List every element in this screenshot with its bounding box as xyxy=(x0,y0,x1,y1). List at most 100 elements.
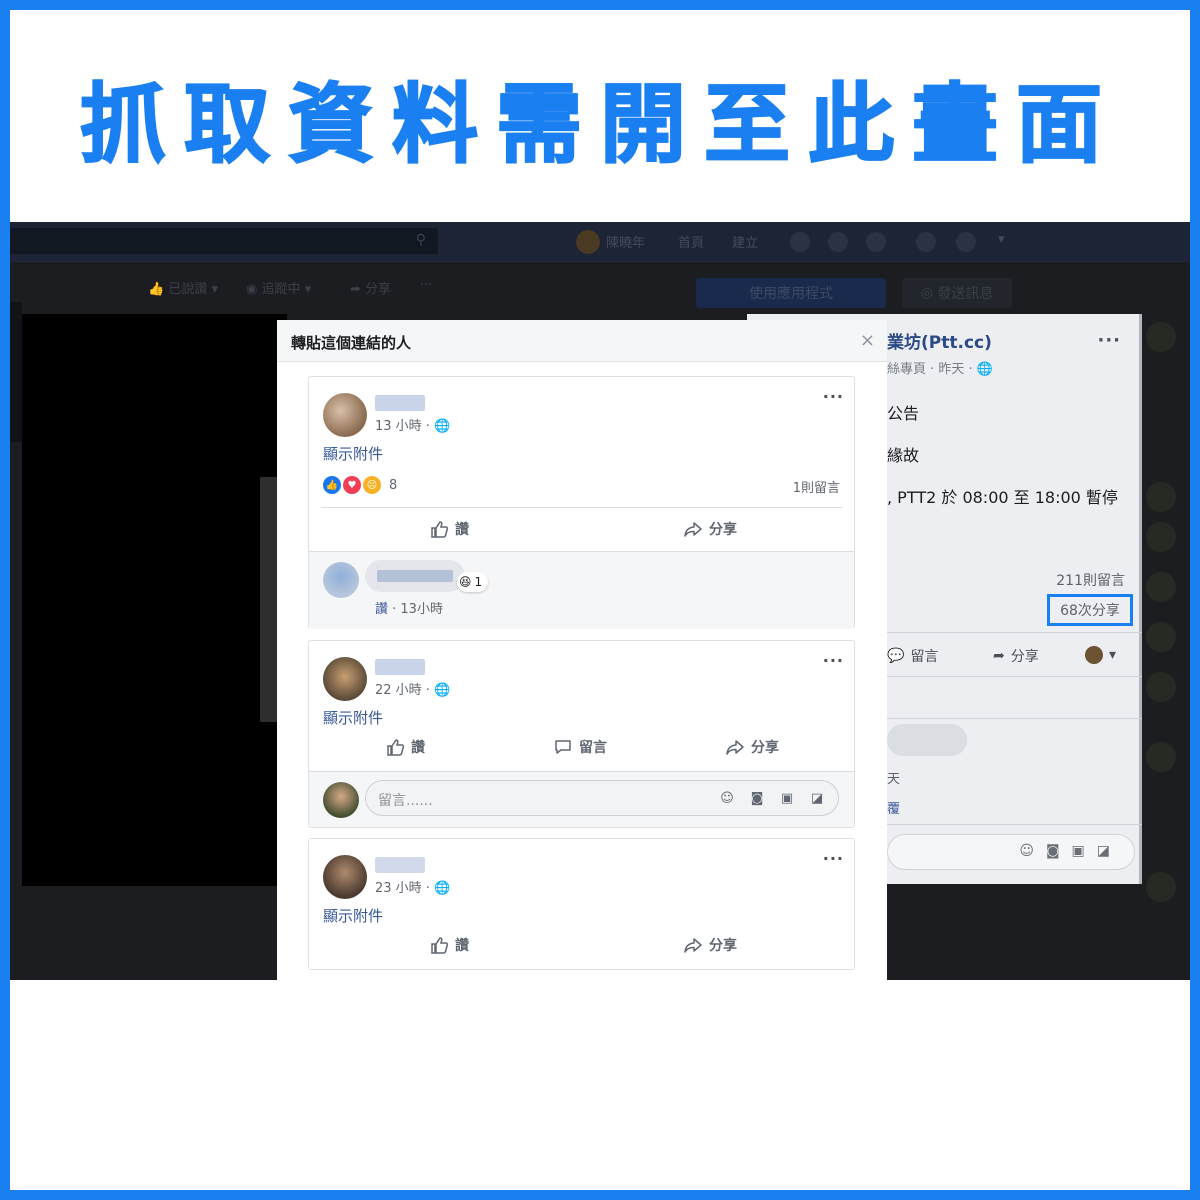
post-time: 13 小時 · 🌐 xyxy=(375,415,450,434)
gif-icon[interactable]: ▣ xyxy=(776,788,798,808)
divider xyxy=(321,507,842,508)
avatar[interactable] xyxy=(1146,872,1176,902)
share-label: 分享 xyxy=(709,938,737,954)
comment-count[interactable]: 1則留言 xyxy=(793,477,840,496)
nav-user-name[interactable]: 陳曉年 xyxy=(606,232,645,251)
reply-link[interactable]: 覆 xyxy=(887,798,900,817)
post-text-line: 公告 xyxy=(887,404,920,423)
post-actions: 讚 分享 xyxy=(321,511,842,547)
liked-button[interactable]: 👍 已說讚 ▾ xyxy=(148,278,218,306)
avatar xyxy=(323,782,359,818)
avatar[interactable] xyxy=(1146,742,1176,772)
post-actions: 讚 留言 分享 xyxy=(321,729,842,765)
nav-home[interactable]: 首頁 xyxy=(678,232,704,251)
more-options-icon[interactable]: ··· xyxy=(823,849,844,868)
divider xyxy=(887,632,1142,633)
avatar[interactable] xyxy=(1146,522,1176,552)
thumbs-up-icon xyxy=(431,521,449,538)
comment-input-icons: ☺◙▣◪ xyxy=(1019,843,1122,859)
shared-post: 23 小時 · 🌐 ··· 顯示附件 讚 分享 xyxy=(308,838,855,970)
share-arrow-icon xyxy=(726,740,744,755)
share-button[interactable]: ➦ 分享 xyxy=(993,646,1039,666)
avatar[interactable] xyxy=(323,855,367,899)
reactions[interactable]: 👍 ♥ ☹ 8 xyxy=(323,475,397,495)
close-icon[interactable]: × xyxy=(860,330,875,351)
post-actions: 讚 分享 xyxy=(321,927,842,963)
send-message-button[interactable]: ◎ 發送訊息 xyxy=(902,278,1012,308)
share-count-highlight[interactable]: 68次分享 xyxy=(1047,594,1133,626)
avatar[interactable] xyxy=(1146,482,1176,512)
avatar[interactable] xyxy=(1146,622,1176,652)
comment-count[interactable]: 211則留言 xyxy=(1056,570,1125,590)
user-name-blurred[interactable] xyxy=(375,857,425,873)
post-as-selector[interactable]: ▾ xyxy=(1085,646,1116,664)
like-button[interactable]: 讚 xyxy=(429,519,469,539)
show-attachment-link[interactable]: 顯示附件 xyxy=(323,905,383,926)
comment-input[interactable]: ☺◙▣◪ xyxy=(887,834,1135,870)
camera-icon[interactable]: ◙ xyxy=(746,788,768,808)
bottom-area xyxy=(10,980,1190,1190)
share-label: 分享 xyxy=(709,522,737,538)
avatar[interactable] xyxy=(1146,572,1176,602)
avatar[interactable] xyxy=(576,230,600,254)
comment-composer: 留言...... ☺ ◙ ▣ ◪ xyxy=(309,771,854,827)
comment-like-link[interactable]: 讚 xyxy=(375,602,388,617)
following-button[interactable]: ◉ 追蹤中 ▾ xyxy=(246,278,311,306)
thumbs-up-icon xyxy=(387,739,405,756)
divider xyxy=(887,824,1142,825)
avatar[interactable] xyxy=(323,657,367,701)
comment-reaction[interactable]: 😆 1 xyxy=(457,572,489,592)
share-count[interactable]: 68次分享 xyxy=(1060,600,1120,620)
search-icon[interactable]: ⚲ xyxy=(416,232,426,248)
thumbs-up-icon: 👍 xyxy=(148,282,165,297)
more-options-icon[interactable]: ··· xyxy=(1097,330,1121,351)
search-input[interactable]: ⚲ xyxy=(10,228,438,254)
shared-post: 13 小時 · 🌐 ··· 顯示附件 👍 ♥ ☹ 8 1則留言 讚 分享 😆 1… xyxy=(308,376,855,629)
love-reaction-icon: ♥ xyxy=(343,476,361,494)
user-name-blurred[interactable] xyxy=(375,659,425,675)
post-time-text: 13 小時 · xyxy=(375,419,430,434)
profile-picture-edge xyxy=(10,302,22,442)
share-arrow-icon xyxy=(684,938,702,953)
nav-create[interactable]: 建立 xyxy=(732,232,758,251)
more-options-icon[interactable]: ··· xyxy=(823,387,844,406)
avatar[interactable] xyxy=(1146,322,1176,352)
user-name-blurred[interactable] xyxy=(375,395,425,411)
send-message-label: 發送訊息 xyxy=(937,286,994,302)
avatar[interactable] xyxy=(1146,672,1176,702)
like-button[interactable]: 讚 xyxy=(385,737,425,757)
comment-button[interactable]: 留言 xyxy=(553,737,607,757)
comment-button[interactable]: 💬 留言 xyxy=(887,646,938,666)
page-name[interactable]: 業坊(Ptt.cc) xyxy=(887,328,992,353)
screenshot-area: ⚲ 陳曉年 首頁 建立 ▾ 👍 已說讚 ▾ ◉ 追蹤中 ▾ ➦ 分享 ··· 使… xyxy=(10,222,1190,980)
page-share-button[interactable]: ➦ 分享 xyxy=(350,278,391,306)
share-button[interactable]: 分享 xyxy=(683,519,737,539)
comment-meta: 讚 · 13小時 xyxy=(375,598,443,617)
share-button[interactable]: 分享 xyxy=(683,935,737,955)
facebook-top-nav: ⚲ 陳曉年 首頁 建立 ▾ xyxy=(10,222,1190,262)
more-options-icon[interactable]: ··· xyxy=(823,651,844,670)
comment-input[interactable]: 留言...... ☺ ◙ ▣ ◪ xyxy=(365,780,839,816)
chevron-down-icon: ▾ xyxy=(211,282,219,297)
help-icon[interactable] xyxy=(956,232,976,252)
share-label: 分享 xyxy=(365,282,392,297)
use-app-button[interactable]: 使用應用程式 xyxy=(696,278,886,308)
more-button[interactable]: ··· xyxy=(420,278,432,306)
avatar[interactable] xyxy=(323,393,367,437)
comment-label: 留言 xyxy=(579,740,607,756)
chevron-down-icon[interactable]: ▾ xyxy=(998,232,1005,247)
friends-icon[interactable] xyxy=(790,232,810,252)
share-button[interactable]: 分享 xyxy=(725,737,779,757)
banner: 抓取資料需開至此畫面 xyxy=(10,10,1190,222)
sticker-icon[interactable]: ◪ xyxy=(806,788,828,808)
messenger-icon[interactable] xyxy=(828,232,848,252)
comment-label: 留言 xyxy=(910,649,939,665)
emoji-icon[interactable]: ☺ xyxy=(716,788,738,808)
avatar[interactable] xyxy=(323,562,359,598)
groups-icon[interactable] xyxy=(916,232,936,252)
shared-post: 22 小時 · 🌐 ··· 顯示附件 讚 留言 分享 留言...... ☺ ◙ … xyxy=(308,640,855,828)
notifications-icon[interactable] xyxy=(866,232,886,252)
show-attachment-link[interactable]: 顯示附件 xyxy=(323,443,383,464)
like-button[interactable]: 讚 xyxy=(429,935,469,955)
show-attachment-link[interactable]: 顯示附件 xyxy=(323,707,383,728)
